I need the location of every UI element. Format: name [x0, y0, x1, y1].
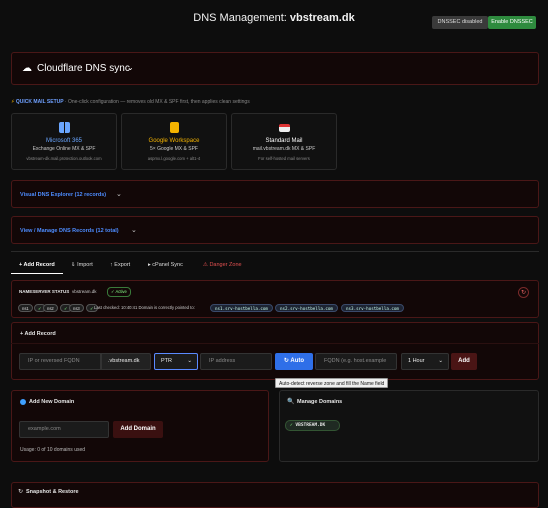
domain-usage: Usage: 0 of 10 domains used — [20, 447, 86, 453]
record-type-select[interactable]: PTR ⌄ — [154, 353, 198, 370]
nameserver-domain: vbstream.dk — [72, 289, 97, 294]
chevron-down-icon: ⌄ — [131, 227, 137, 234]
nameserver-status-panel: NAMESERVER STATUS vbstream.dk ✓ Active ↻ — [11, 280, 539, 318]
restore-icon: ↻ — [18, 489, 24, 495]
domain-chip[interactable]: ✓ VBSTREAM.DK — [285, 420, 340, 431]
active-badge: ✓ Active — [107, 287, 131, 297]
nameserver-ns1: ns1.srv-hostbella.com — [210, 304, 273, 312]
auto-detect-tooltip: Auto-detect reverse zone and fill the Na… — [275, 378, 389, 388]
add-record-divider — [11, 343, 539, 344]
nameserver-ns3: ns3.srv-hostbella.com — [341, 304, 404, 312]
fqdn-input[interactable]: FQDN (e.g. host.example — [315, 353, 397, 370]
windows-icon — [59, 122, 70, 133]
chevron-down-icon: ⌄ — [187, 358, 192, 364]
tab-export[interactable]: ↑ Export — [110, 262, 130, 268]
microsoft-365-card[interactable]: Microsoft 365 Exchange Online MX & SPF v… — [11, 113, 117, 170]
record-name-input[interactable]: IP or reversed FQDN — [19, 353, 101, 370]
tabs-divider — [11, 251, 539, 252]
chevron-down-icon: ⌄ — [127, 63, 134, 72]
nameserver-label: NAMESERVER STATUS — [19, 289, 70, 294]
domain-suffix: .vbstream.dk — [101, 353, 151, 370]
nameserver-ns2: ns2.srv-hostbella.com — [275, 304, 338, 312]
google-icon — [170, 122, 179, 133]
google-workspace-card[interactable]: Google Workspace 5× Google MX & SPF aspm… — [121, 113, 227, 170]
tab-import[interactable]: ⇓ Import — [71, 262, 93, 268]
ns3-chip: ns3 — [69, 304, 84, 312]
ns1-chip: ns1 — [18, 304, 33, 312]
manage-domains-title: Manage Domains — [297, 399, 343, 405]
manage-records-toggle[interactable]: View / Manage DNS Records (12 total) ⌄ — [11, 216, 539, 244]
last-checked-text: Last checked: 10:40:41 Domain is correct… — [94, 305, 195, 310]
active-tab-underline — [11, 273, 63, 274]
snapshot-label: Snapshot & Restore — [26, 489, 79, 495]
standard-mail-card[interactable]: Standard Mail mail.vbstream.dk MX & SPF … — [231, 113, 337, 170]
cloudflare-label: Cloudflare DNS sync — [37, 63, 130, 74]
dnssec-status-badge: DNSSEC disabled — [432, 16, 488, 29]
mail-icon — [279, 124, 290, 132]
add-domain-button[interactable]: Add Domain — [113, 421, 163, 438]
cloud-icon: ☁ — [22, 63, 32, 74]
tab-danger-zone[interactable]: ⚠ Danger Zone — [203, 262, 242, 268]
tab-cpanel-sync[interactable]: ▸ cPanel Sync — [148, 262, 183, 268]
add-domain-title: Add New Domain — [29, 399, 75, 405]
cloudflare-panel[interactable]: ☁ Cloudflare DNS sync ⌄ — [11, 52, 539, 85]
globe-icon — [20, 399, 26, 405]
search-icon: 🔍 — [287, 399, 295, 405]
add-record-panel: + Add Record — [11, 322, 539, 380]
quick-mail-heading: ⚡ QUICK MAIL SETUP · One-click configura… — [11, 99, 250, 105]
ip-address-input[interactable]: IP address — [200, 353, 272, 370]
chevron-down-icon: ⌄ — [116, 191, 122, 198]
auto-detect-button[interactable]: ↻ Auto — [275, 353, 313, 370]
ttl-select[interactable]: 1 Hour ⌄ — [401, 353, 449, 370]
chevron-down-icon: ⌄ — [438, 358, 443, 364]
new-domain-input[interactable]: example.com — [19, 421, 109, 438]
enable-dnssec-button[interactable]: Enable DNSSEC — [488, 16, 536, 29]
add-record-title: + Add Record — [20, 331, 56, 337]
refresh-icon[interactable]: ↻ — [518, 287, 529, 298]
snapshot-restore-panel[interactable]: ↻ Snapshot & Restore — [11, 482, 539, 508]
add-record-button[interactable]: Add — [451, 353, 477, 370]
tab-add-record[interactable]: + Add Record — [19, 262, 55, 268]
dns-explorer-toggle[interactable]: Visual DNS Explorer (12 records) ⌄ — [11, 180, 539, 208]
ns2-chip: ns2 — [43, 304, 58, 312]
